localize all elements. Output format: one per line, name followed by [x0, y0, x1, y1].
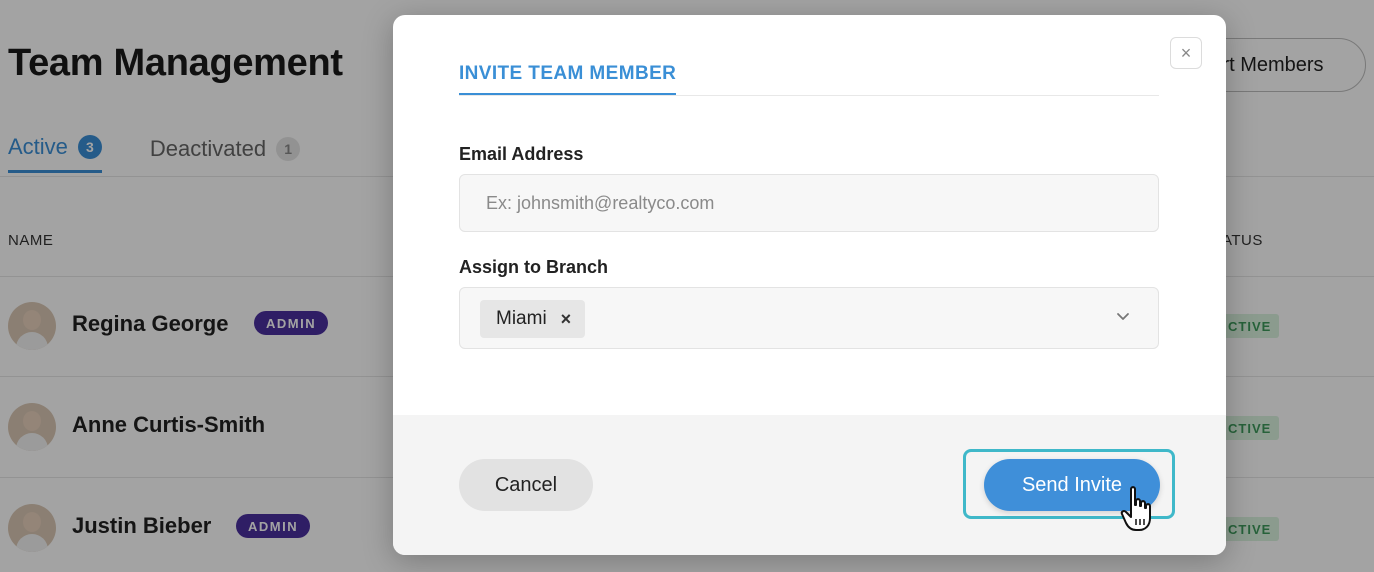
remove-chip-icon[interactable]: × [561, 309, 572, 330]
close-icon: × [1180, 42, 1192, 63]
close-button[interactable]: × [1170, 37, 1202, 69]
invite-modal: × INVITE TEAM MEMBER Email Address Assig… [393, 15, 1226, 555]
email-label: Email Address [459, 144, 584, 164]
modal-footer: Cancel Send Invite [393, 415, 1226, 555]
cancel-button[interactable]: Cancel [459, 459, 593, 511]
branch-label: Assign to Branch [459, 257, 609, 277]
branch-chip: Miami × [480, 300, 586, 338]
email-field[interactable] [459, 174, 1159, 232]
hand-pointer-icon [1120, 486, 1151, 531]
modal-tab-divider [459, 95, 1159, 96]
tab-invite-team-member[interactable]: INVITE TEAM MEMBER [459, 63, 677, 96]
branch-chip-label: Miami [496, 308, 547, 329]
branch-select[interactable]: Miami × [459, 287, 1159, 349]
chevron-down-icon[interactable] [1116, 310, 1130, 324]
